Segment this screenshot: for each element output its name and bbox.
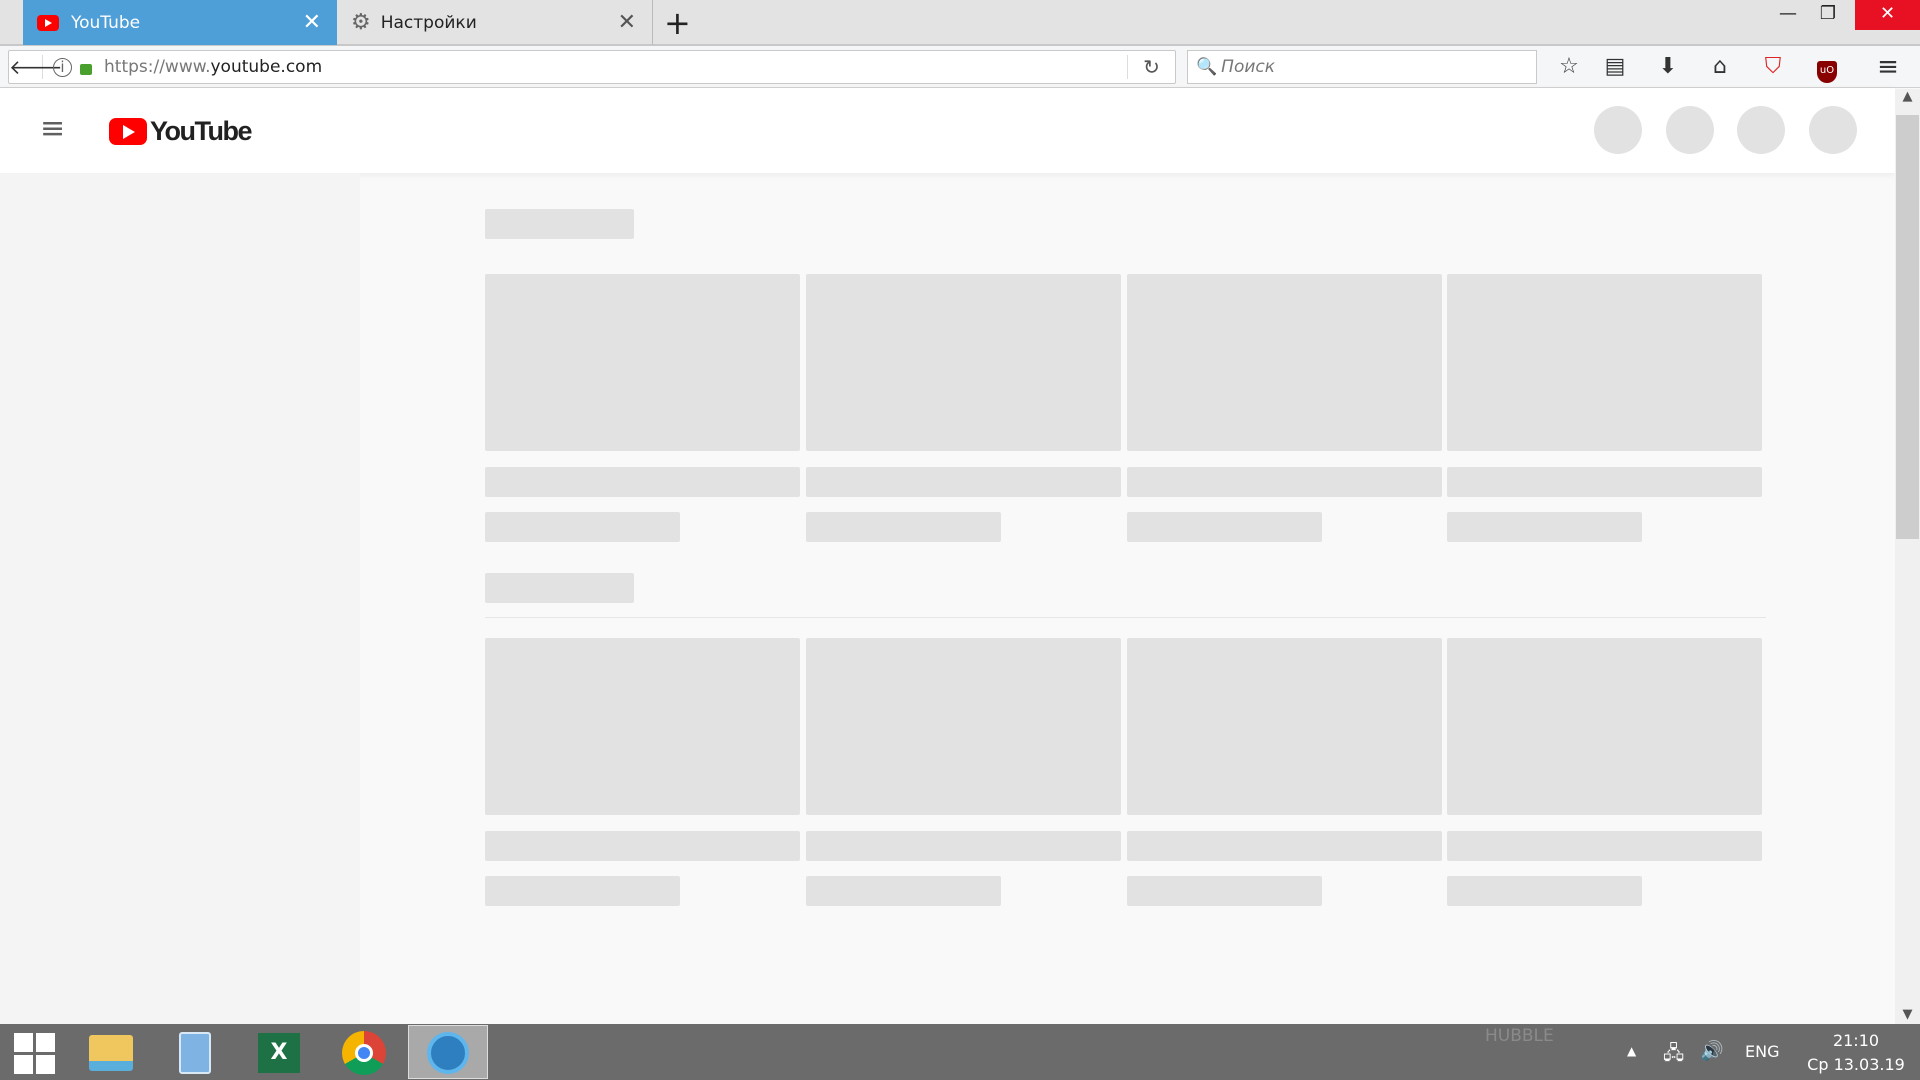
new-tab-button[interactable]: +: [664, 4, 691, 42]
tab-label: Настройки: [380, 12, 477, 33]
video-meta-placeholder: [485, 876, 680, 906]
video-thumbnail-placeholder: [485, 274, 800, 451]
video-thumbnail-placeholder: [1127, 274, 1442, 451]
section-divider: [485, 617, 1766, 618]
scrollbar-thumb[interactable]: [1896, 115, 1919, 539]
video-meta-placeholder: [1127, 512, 1322, 542]
video-title-placeholder: [1127, 831, 1442, 861]
reading-list-icon[interactable]: ▤: [1600, 52, 1630, 82]
search-icon: 🔍: [1196, 57, 1218, 77]
url-bar[interactable]: 🡐 i https://www. youtube.com ↻: [8, 50, 1176, 84]
network-icon[interactable]: 🖧: [1663, 1039, 1684, 1071]
youtube-icon: [37, 14, 59, 31]
close-tab-icon[interactable]: ✕: [618, 10, 636, 35]
video-meta-placeholder: [806, 512, 1001, 542]
lock-icon: [80, 63, 92, 75]
home-icon[interactable]: ⌂: [1705, 52, 1735, 82]
video-title-placeholder: [485, 467, 800, 497]
calculator-icon[interactable]: [172, 1030, 218, 1076]
header-button-placeholder: [1666, 106, 1714, 154]
windows-start-icon[interactable]: [11, 1030, 57, 1076]
close-window-button[interactable]: ✕: [1855, 0, 1920, 30]
star-icon[interactable]: ☆: [1554, 52, 1584, 82]
clock[interactable]: 21:10 Ср 13.03.19: [1800, 1029, 1912, 1077]
video-meta-placeholder: [485, 512, 680, 542]
video-title-placeholder: [1447, 467, 1762, 497]
date: Ср 13.03.19: [1807, 1055, 1905, 1074]
chrome-icon[interactable]: [341, 1030, 387, 1076]
time: 21:10: [1832, 1031, 1880, 1050]
reload-icon[interactable]: ↻: [1127, 55, 1175, 79]
waterfox-icon[interactable]: [425, 1030, 471, 1076]
file-explorer-icon[interactable]: [88, 1030, 134, 1076]
video-thumbnail-placeholder: [1127, 638, 1442, 815]
video-thumbnail-placeholder: [1447, 638, 1762, 815]
ublock-icon[interactable]: uO: [1812, 52, 1842, 83]
back-icon[interactable]: 🡐: [9, 55, 63, 79]
video-thumbnail-placeholder: [806, 274, 1121, 451]
video-meta-placeholder: [806, 876, 1001, 906]
maximize-button[interactable]: ❐: [1805, 0, 1851, 30]
video-thumbnail-placeholder: [485, 638, 800, 815]
video-meta-placeholder: [1447, 876, 1642, 906]
youtube-play-icon: [109, 118, 147, 145]
volume-icon[interactable]: 🔊: [1700, 1039, 1724, 1062]
shield-icon[interactable]: ⛉: [1758, 52, 1788, 82]
gear-icon: ⚙: [351, 10, 371, 35]
youtube-logo[interactable]: YouTube: [109, 116, 252, 147]
show-hidden-icons-icon[interactable]: ▲: [1627, 1044, 1636, 1058]
scroll-up-icon[interactable]: ▲: [1895, 89, 1920, 104]
url-prefix: https://www.: [104, 57, 211, 77]
avatar-placeholder: [1809, 106, 1857, 154]
info-icon[interactable]: i: [53, 57, 72, 77]
tab-label: YouTube: [71, 12, 141, 33]
section-title-placeholder: [485, 573, 634, 603]
scrollbar[interactable]: ▲ ▼: [1895, 89, 1920, 1024]
tab-settings[interactable]: ⚙ Настройки ✕: [337, 0, 653, 45]
video-title-placeholder: [1127, 467, 1442, 497]
video-meta-placeholder: [1127, 876, 1322, 906]
download-icon[interactable]: ⬇: [1653, 52, 1683, 82]
scroll-down-icon[interactable]: ▼: [1895, 1007, 1920, 1022]
video-title-placeholder: [806, 831, 1121, 861]
tab-youtube[interactable]: YouTube ✕: [23, 0, 337, 45]
video-title-placeholder: [1447, 831, 1762, 861]
header-button-placeholder: [1737, 106, 1785, 154]
header-button-placeholder: [1594, 106, 1642, 154]
search-input[interactable]: 🔍 Поиск: [1187, 50, 1537, 84]
wallpaper-text: HUBBLE: [1485, 1026, 1554, 1046]
language-indicator[interactable]: ENG: [1745, 1042, 1779, 1061]
video-thumbnail-placeholder: [1447, 274, 1762, 451]
menu-icon[interactable]: ≡: [1873, 52, 1903, 82]
video-title-placeholder: [806, 467, 1121, 497]
sidebar: [0, 173, 360, 1024]
url-domain: youtube.com: [210, 57, 323, 77]
navigation-bar: 🡐 i https://www. youtube.com ↻ 🔍 Поиск ☆ …: [0, 46, 1920, 88]
close-tab-icon[interactable]: ✕: [303, 10, 321, 35]
section-title-placeholder: [485, 209, 634, 239]
excel-icon[interactable]: X: [256, 1030, 302, 1076]
search-placeholder: Поиск: [1221, 57, 1276, 77]
logo-text: YouTube: [150, 116, 252, 146]
tab-bar: YouTube ✕ ⚙ Настройки ✕ + — ❐ ✕: [0, 0, 1920, 46]
hamburger-menu-icon[interactable]: ≡: [40, 114, 65, 144]
video-thumbnail-placeholder: [806, 638, 1121, 815]
video-meta-placeholder: [1447, 512, 1642, 542]
video-title-placeholder: [485, 831, 800, 861]
